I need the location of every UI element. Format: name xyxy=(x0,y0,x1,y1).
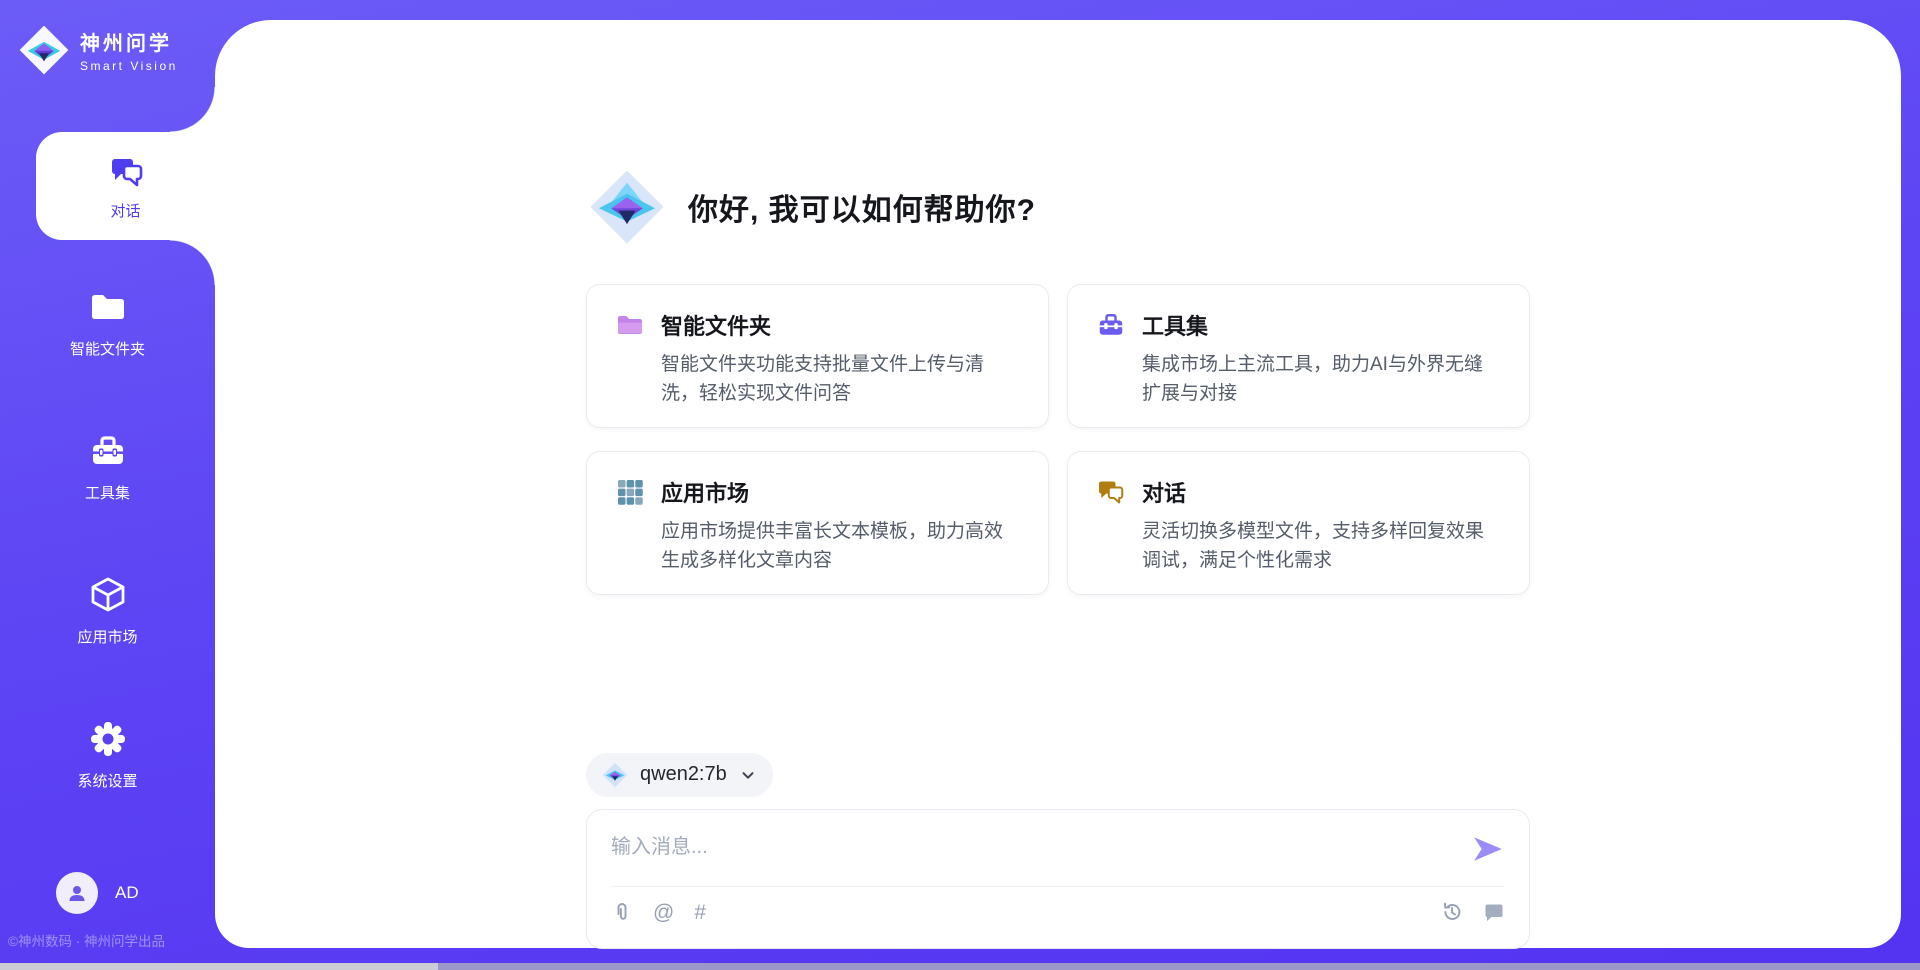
sidebar-item-label: 智能文件夹 xyxy=(70,338,145,359)
copyright-text: ©神州数码 · 神州问学出品 xyxy=(8,930,165,950)
sidebar-item-label: 对话 xyxy=(110,200,140,221)
send-button[interactable] xyxy=(1471,832,1505,866)
card-title: 应用市场 xyxy=(661,476,1020,508)
card-smart-folder[interactable]: 智能文件夹 智能文件夹功能支持批量文件上传与清洗，轻松实现文件问答 xyxy=(586,284,1049,428)
folder-icon xyxy=(615,310,645,340)
toolbox-icon xyxy=(88,431,128,471)
chevron-down-icon xyxy=(739,766,757,784)
greeting-row: 你好, 我可以如何帮助你? xyxy=(586,168,1530,246)
mention-button[interactable]: @ xyxy=(653,902,674,923)
card-title: 工具集 xyxy=(1142,309,1501,341)
sidebar-item-label: 应用市场 xyxy=(77,626,137,647)
avatar[interactable] xyxy=(56,872,98,914)
sidebar-item-label: 工具集 xyxy=(85,482,130,503)
history-icon xyxy=(1441,901,1463,923)
card-title: 对话 xyxy=(1142,476,1501,508)
gear-icon xyxy=(88,719,128,759)
card-desc: 集成市场上主流工具，助力AI与外界无缝扩展与对接 xyxy=(1142,350,1501,409)
message-composer: @ # xyxy=(586,809,1530,949)
app-canvas: 神州问学 Smart Vision 对话 智能文件夹 xyxy=(0,0,1920,970)
model-selector[interactable]: qwen2:7b xyxy=(586,753,773,797)
brand-title: 神州问学 xyxy=(80,27,178,56)
brand-subtitle: Smart Vision xyxy=(80,59,178,73)
folder-icon xyxy=(88,287,128,327)
scrollbar-thumb[interactable] xyxy=(0,963,438,970)
sidebar: 神州问学 Smart Vision 对话 智能文件夹 xyxy=(0,0,215,970)
sidebar-item-label: 系统设置 xyxy=(77,770,137,791)
history-button[interactable] xyxy=(1441,901,1463,923)
main-panel: 你好, 我可以如何帮助你? 智能文件夹 智能文件夹功能支持批量文件上传与清洗，轻… xyxy=(215,20,1901,948)
sidebar-item-chat[interactable]: 对话 xyxy=(36,132,215,240)
sidebar-item-smart-folder[interactable]: 智能文件夹 xyxy=(0,287,215,359)
card-toolset[interactable]: 工具集 集成市场上主流工具，助力AI与外界无缝扩展与对接 xyxy=(1067,284,1530,428)
toolbox-icon xyxy=(1096,310,1126,340)
feature-cards: 智能文件夹 智能文件夹功能支持批量文件上传与清洗，轻松实现文件问答 工具集 xyxy=(586,284,1530,595)
horizontal-scrollbar[interactable] xyxy=(0,963,1920,970)
composer-toolbar: @ # xyxy=(611,886,1505,938)
card-app-market[interactable]: 应用市场 应用市场提供丰富长文本模板，助力高效生成多样化文章内容 xyxy=(586,451,1049,595)
attachment-button[interactable] xyxy=(611,901,633,923)
chat-bubbles-icon xyxy=(1096,477,1126,507)
greeting-title: 你好, 我可以如何帮助你? xyxy=(688,185,1036,229)
card-chat[interactable]: 对话 灵活切换多模型文件，支持多样回复效果调试，满足个性化需求 xyxy=(1067,451,1530,595)
grid-icon xyxy=(615,477,645,507)
sidebar-item-settings[interactable]: 系统设置 xyxy=(0,719,215,791)
card-desc: 智能文件夹功能支持批量文件上传与清洗，轻松实现文件问答 xyxy=(661,350,1020,409)
cube-icon xyxy=(88,575,128,615)
assistant-diamond-icon xyxy=(588,168,666,246)
card-desc: 灵活切换多模型文件，支持多样回复效果调试，满足个性化需求 xyxy=(1142,517,1501,576)
person-icon xyxy=(65,881,89,905)
chat-panel-button[interactable] xyxy=(1483,901,1505,923)
brand-diamond-icon xyxy=(18,24,70,76)
tab-fillet-bottom xyxy=(170,240,215,285)
card-desc: 应用市场提供丰富长文本模板，助力高效生成多样化文章内容 xyxy=(661,517,1020,576)
paperclip-icon xyxy=(611,901,633,923)
user-profile: AD xyxy=(56,872,139,914)
send-icon xyxy=(1471,832,1505,866)
sidebar-item-app-market[interactable]: 应用市场 xyxy=(0,575,215,647)
brand-logo: 神州问学 Smart Vision xyxy=(18,24,178,76)
message-input[interactable] xyxy=(611,824,1471,886)
tab-fillet-top xyxy=(170,87,215,132)
topic-button[interactable]: # xyxy=(694,902,706,923)
chat-bubbles-icon xyxy=(106,152,146,192)
sidebar-item-toolset[interactable]: 工具集 xyxy=(0,431,215,503)
model-diamond-icon xyxy=(602,762,628,788)
card-title: 智能文件夹 xyxy=(661,309,1020,341)
chat-bubble-icon xyxy=(1483,901,1505,923)
user-initials: AD xyxy=(115,883,139,903)
model-name: qwen2:7b xyxy=(640,763,727,786)
